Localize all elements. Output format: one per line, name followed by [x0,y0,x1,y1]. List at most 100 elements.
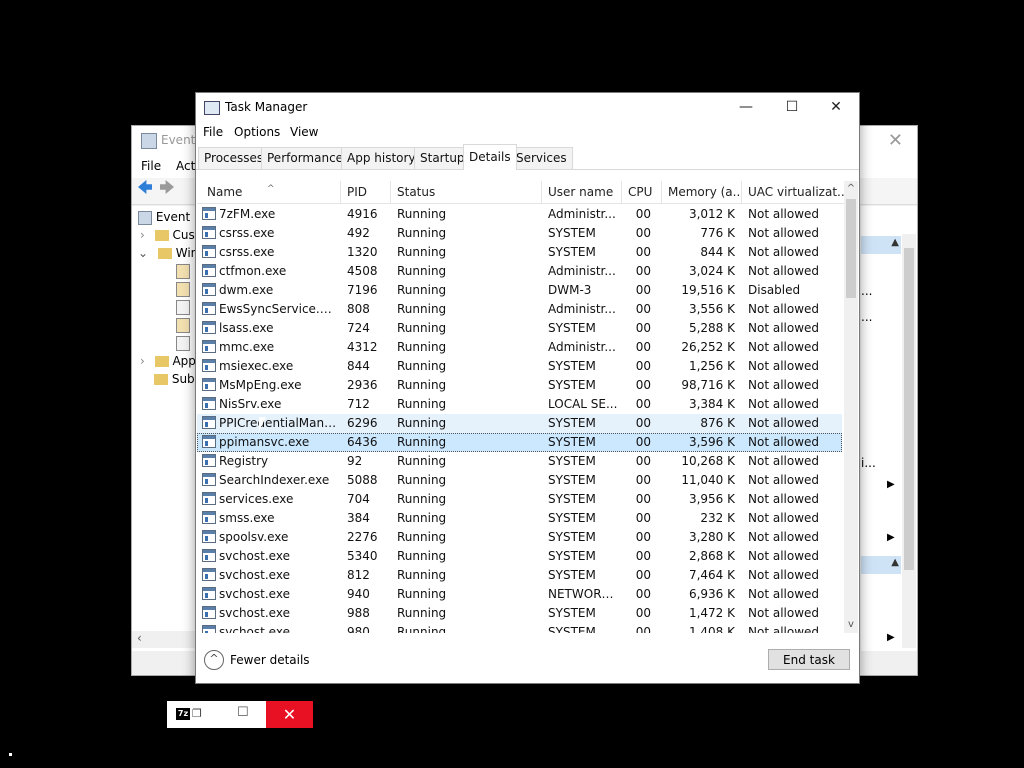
minimize-button[interactable]: — [723,93,769,123]
close-button[interactable]: ✕ [813,93,859,123]
process-mem: 1,472 K [688,606,735,620]
process-name: MsMpEng.exe [219,378,302,392]
event-viewer-close-icon[interactable]: ✕ [888,130,903,151]
process-uac: Not allowed [748,302,820,316]
table-row[interactable]: 7zFM.exe 4916 Running Administr... 00 3,012 K… [197,205,842,224]
process-status: Running [397,511,447,525]
tab-details[interactable]: Details [463,144,517,170]
action-fragment[interactable]: ... [861,310,872,324]
process-cpu: 00 [635,454,651,468]
task-manager-titlebar[interactable]: Task Manager — ☐ ✕ [196,93,859,123]
table-row[interactable]: spoolsv.exe 2276 Running SYSTEM 00 3,280 K Not… [197,528,842,547]
process-pid: 844 [347,359,370,373]
table-row[interactable]: Registry 92 Running SYSTEM 00 10,268 K Not all… [197,452,842,471]
scroll-thumb[interactable] [846,199,856,298]
col-cpu[interactable]: CPU [622,181,662,203]
maximize-button[interactable]: ☐ [769,93,815,123]
ev-menu-file[interactable]: File [141,159,161,173]
maximize-icon[interactable]: ☐ [237,705,249,720]
scroll-left-icon[interactable]: ‹ [137,631,142,645]
fewer-details-link[interactable]: Fewer details [230,653,310,667]
back-arrow-icon[interactable] [138,180,152,194]
task-manager-window[interactable]: Task Manager — ☐ ✕ File Options View Pro… [195,92,860,684]
event-viewer-tree: Event › Cus ⌄ Win › App Sub [132,206,198,651]
details-list[interactable]: Name ^ PID Status User name CPU Memory (… [197,181,844,633]
process-uac: Not allowed [748,245,820,259]
menu-view[interactable]: View [290,125,318,139]
table-row[interactable]: svchost.exe 980 Running SYSTEM 00 1,408 K Not … [197,623,842,633]
tab-services[interactable]: Services [510,147,573,169]
col-name[interactable]: Name ^ [201,181,341,203]
actions-subheader[interactable]: ▲ [861,556,901,574]
process-status: Running [397,378,447,392]
actions-scrollbar[interactable] [902,234,916,648]
table-row[interactable]: services.exe 704 Running SYSTEM 00 3,956 K Not… [197,490,842,509]
tab-performance[interactable]: Performance [261,147,350,169]
actions-scroll-thumb[interactable] [904,248,914,570]
menu-file[interactable]: File [203,125,223,139]
scroll-up-icon[interactable]: ^ [844,181,858,197]
folder-icon [157,248,172,259]
7z-icon [202,207,216,220]
col-uac-virtualization[interactable]: UAC virtualizat... [742,181,844,203]
col-pid[interactable]: PID [341,181,391,203]
log-icon [176,336,190,351]
process-name: svchost.exe [219,587,290,601]
end-task-button[interactable]: End task [768,649,850,670]
table-row[interactable]: ppimansvc.exe 6436 Running SYSTEM 00 3,596 K N… [197,433,842,452]
table-row[interactable]: svchost.exe 988 Running SYSTEM 00 1,472 K Not … [197,604,842,623]
chevron-right-icon[interactable]: ▶ [887,632,895,643]
process-icon [202,625,216,633]
chevron-right-icon[interactable]: ▶ [887,479,895,490]
chevron-up-circle-icon[interactable]: ^ [204,650,224,670]
process-pid: 980 [347,625,370,633]
menu-options[interactable]: Options [234,125,280,139]
col-user-name[interactable]: User name [542,181,622,203]
process-mem: 3,956 K [688,492,735,506]
table-row[interactable]: PPICredentialManag... 6296 Running SYSTEM 00… [197,414,842,433]
process-pid: 7196 [347,283,378,297]
process-mem: 3,280 K [688,530,735,544]
table-row[interactable]: csrss.exe 492 Running SYSTEM 00 776 K Not allo… [197,224,842,243]
chevron-right-icon: › [140,354,145,368]
sort-ascending-icon: ^ [267,184,275,194]
table-row[interactable]: ctfmon.exe 4508 Running Administr... 00 3,024… [197,262,842,281]
table-row[interactable]: MsMpEng.exe 2936 Running SYSTEM 00 98,716 K No… [197,376,842,395]
table-row[interactable]: NisSrv.exe 712 Running LOCAL SE... 00 3,384 K… [197,395,842,414]
process-mem: 232 K [700,511,735,525]
tab-processes[interactable]: Processes [198,147,270,169]
process-name: ppimansvc.exe [219,435,310,449]
action-fragment[interactable]: ... [861,284,872,298]
table-row[interactable]: smss.exe 384 Running SYSTEM 00 232 K Not allow… [197,509,842,528]
details-vscroll[interactable]: ^ v [844,181,858,633]
7z-icon: 7z [176,708,190,720]
col-memory[interactable]: Memory (a... [662,181,742,203]
tab-app-history[interactable]: App history [341,147,422,169]
table-row[interactable]: msiexec.exe 844 Running SYSTEM 00 1,256 K Not … [197,357,842,376]
table-row[interactable]: EwsSyncService.exe 808 Running Administr...… [197,300,842,319]
col-status[interactable]: Status [391,181,542,203]
forward-arrow-icon[interactable] [160,180,174,194]
restore-icon[interactable]: ❐ [192,707,202,720]
table-row[interactable]: svchost.exe 5340 Running SYSTEM 00 2,868 K Not… [197,547,842,566]
chevron-up-icon: ▲ [891,557,899,568]
process-name: spoolsv.exe [219,530,289,544]
table-row[interactable]: dwm.exe 7196 Running DWM-3 00 19,516 K Disable… [197,281,842,300]
action-fragment[interactable]: i... [861,456,876,470]
table-row[interactable]: svchost.exe 812 Running SYSTEM 00 7,464 K Not … [197,566,842,585]
actions-header[interactable]: ▲ [861,236,901,254]
table-row[interactable]: svchost.exe 940 Running NETWORK... 00 6,936 K… [197,585,842,604]
table-row[interactable]: csrss.exe 1320 Running SYSTEM 00 844 K Not all… [197,243,842,262]
table-row[interactable]: mmc.exe 4312 Running Administr... 00 26,252 K… [197,338,842,357]
close-preview-button[interactable]: ✕ [266,701,313,728]
chevron-right-icon[interactable]: ▶ [887,532,895,543]
scroll-down-icon[interactable]: v [844,617,858,633]
taskbar-preview[interactable]: 7z ❐ ☐ ✕ [167,701,313,728]
process-cpu: 00 [635,397,651,411]
event-viewer-hscroll[interactable]: ‹ [132,631,198,648]
process-icon [202,397,216,410]
process-icon [202,549,216,562]
table-row[interactable]: lsass.exe 724 Running SYSTEM 00 5,288 K Not al… [197,319,842,338]
table-row[interactable]: SearchIndexer.exe 5088 Running SYSTEM 00 11,0… [197,471,842,490]
mmc-icon [202,340,216,353]
